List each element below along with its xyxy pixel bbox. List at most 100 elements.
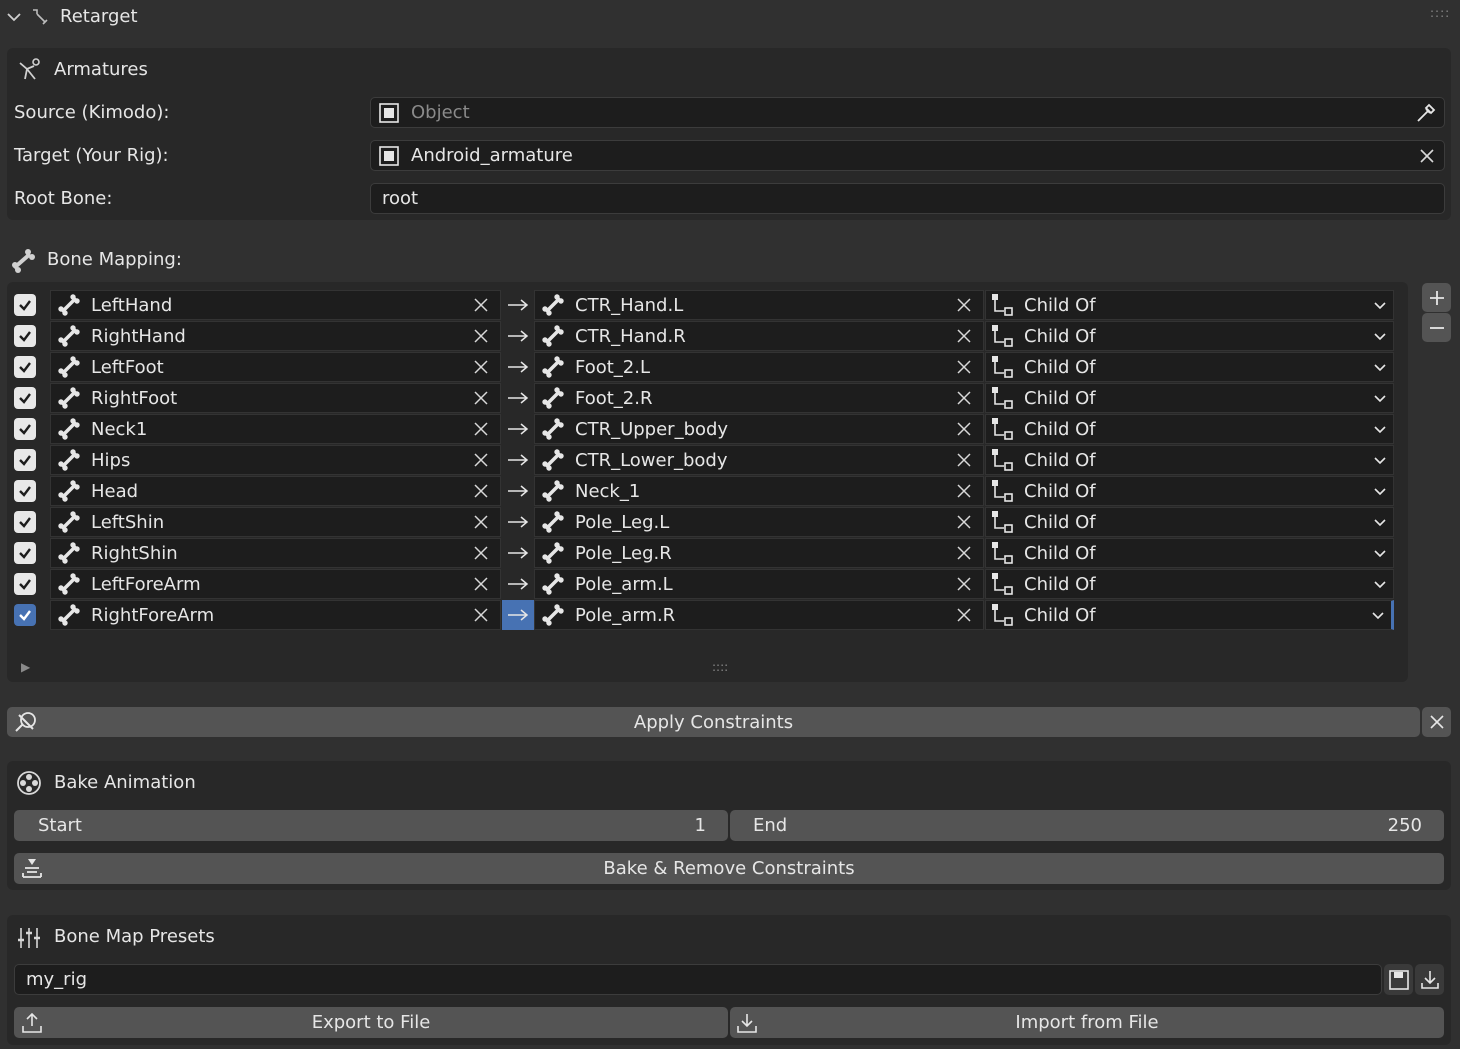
mapping-enabled-checkbox[interactable] [14, 356, 36, 378]
target-bone-field[interactable]: Pole_arm.R [534, 600, 984, 630]
target-bone-field[interactable]: Pole_Leg.L [534, 507, 984, 537]
expand-triangle-icon[interactable]: ▶ [21, 660, 30, 674]
save-preset-button[interactable] [1384, 964, 1413, 995]
clear-icon[interactable] [953, 480, 975, 502]
panel-header[interactable]: Retarget :::: [0, 0, 1460, 34]
clear-icon[interactable] [953, 573, 975, 595]
target-bone-field[interactable]: Neck_1 [534, 476, 984, 506]
list-resize-handle[interactable]: :::: [712, 660, 728, 674]
source-bone-field[interactable]: LeftShin [50, 507, 501, 537]
target-bone-field[interactable]: Pole_Leg.R [534, 538, 984, 568]
clear-icon[interactable] [953, 294, 975, 316]
source-bone-field[interactable]: RightFoot [50, 383, 501, 413]
arrow-right-icon [502, 476, 534, 506]
mapping-row[interactable]: RightForeArm Pole_arm.R Child Of [14, 600, 1398, 630]
source-bone-field[interactable]: LeftForeArm [50, 569, 501, 599]
export-to-file-button[interactable]: Export to File [14, 1007, 728, 1038]
clear-icon[interactable] [470, 480, 492, 502]
mapping-row[interactable]: RightHand CTR_Hand.R Child Of [14, 321, 1398, 351]
target-bone-field[interactable]: Pole_arm.L [534, 569, 984, 599]
source-bone-field[interactable]: RightForeArm [50, 600, 501, 630]
mapping-row[interactable]: RightFoot Foot_2.R Child Of [14, 383, 1398, 413]
remove-mapping-button[interactable] [1422, 313, 1451, 342]
mapping-enabled-checkbox[interactable] [14, 604, 36, 626]
constraint-type-dropdown[interactable]: Child Of [985, 445, 1394, 475]
clear-icon[interactable] [470, 356, 492, 378]
clear-icon[interactable] [470, 294, 492, 316]
target-bone-field[interactable]: Foot_2.L [534, 352, 984, 382]
clear-icon[interactable] [953, 449, 975, 471]
mapping-row[interactable]: LeftFoot Foot_2.L Child Of [14, 352, 1398, 382]
clear-icon[interactable] [470, 387, 492, 409]
import-from-file-button[interactable]: Import from File [730, 1007, 1444, 1038]
constraint-type-dropdown[interactable]: Child Of [985, 476, 1394, 506]
preset-name-field[interactable]: my_rig [14, 964, 1382, 995]
chevron-down-icon[interactable] [6, 9, 22, 25]
root-bone-field[interactable]: root [370, 183, 1445, 214]
end-frame-field[interactable]: End 250 [730, 810, 1444, 841]
constraint-type-dropdown[interactable]: Child Of [985, 290, 1394, 320]
source-bone-field[interactable]: Head [50, 476, 501, 506]
add-mapping-button[interactable] [1422, 283, 1451, 312]
mapping-enabled-checkbox[interactable] [14, 387, 36, 409]
mapping-enabled-checkbox[interactable] [14, 449, 36, 471]
source-bone-field[interactable]: Neck1 [50, 414, 501, 444]
source-object-field[interactable]: Object [370, 97, 1445, 128]
mapping-enabled-checkbox[interactable] [14, 542, 36, 564]
mapping-enabled-checkbox[interactable] [14, 294, 36, 316]
clear-icon[interactable] [470, 449, 492, 471]
constraint-type-dropdown[interactable]: Child Of [985, 538, 1394, 568]
drag-handle-icon[interactable]: :::: [1430, 6, 1450, 20]
source-bone-field[interactable]: RightHand [50, 321, 501, 351]
clear-icon[interactable] [470, 542, 492, 564]
constraint-type-dropdown[interactable]: Child Of [985, 414, 1394, 444]
target-bone-field[interactable]: CTR_Hand.L [534, 290, 984, 320]
target-bone-field[interactable]: CTR_Lower_body [534, 445, 984, 475]
clear-icon[interactable] [953, 325, 975, 347]
clear-icon[interactable] [470, 573, 492, 595]
apply-clear-button[interactable] [1422, 707, 1451, 737]
target-object-field[interactable]: Android_armature [370, 140, 1445, 171]
clear-icon[interactable] [953, 387, 975, 409]
source-bone-field[interactable]: Hips [50, 445, 501, 475]
clear-icon[interactable] [1418, 147, 1436, 165]
mapping-row[interactable]: Head Neck_1 Child Of [14, 476, 1398, 506]
constraint-type-dropdown[interactable]: Child Of [985, 383, 1394, 413]
clear-icon[interactable] [953, 542, 975, 564]
constraint-type-dropdown[interactable]: Child Of [985, 507, 1394, 537]
clear-icon[interactable] [953, 511, 975, 533]
target-bone-field[interactable]: CTR_Hand.R [534, 321, 984, 351]
mapping-row[interactable]: RightShin Pole_Leg.R Child Of [14, 538, 1398, 568]
mapping-enabled-checkbox[interactable] [14, 480, 36, 502]
clear-icon[interactable] [953, 604, 975, 626]
mapping-row[interactable]: Neck1 CTR_Upper_body Child Of [14, 414, 1398, 444]
apply-constraints-button[interactable]: Apply Constraints [7, 707, 1420, 737]
eyedropper-icon[interactable] [1414, 101, 1438, 125]
mapping-row[interactable]: LeftForeArm Pole_arm.L Child Of [14, 569, 1398, 599]
mapping-row[interactable]: Hips CTR_Lower_body Child Of [14, 445, 1398, 475]
target-bone-field[interactable]: Foot_2.R [534, 383, 984, 413]
source-bone-field[interactable]: LeftFoot [50, 352, 501, 382]
clear-icon[interactable] [470, 604, 492, 626]
bake-remove-button[interactable]: Bake & Remove Constraints [14, 853, 1444, 884]
clear-icon[interactable] [470, 511, 492, 533]
mapping-row[interactable]: LeftHand CTR_Hand.L Child Of [14, 290, 1398, 320]
mapping-enabled-checkbox[interactable] [14, 573, 36, 595]
constraint-type-dropdown[interactable]: Child Of [985, 321, 1394, 351]
target-bone-field[interactable]: CTR_Upper_body [534, 414, 984, 444]
constraint-type-dropdown[interactable]: Child Of [985, 569, 1394, 599]
load-preset-button[interactable] [1415, 964, 1444, 995]
mapping-enabled-checkbox[interactable] [14, 511, 36, 533]
start-frame-field[interactable]: Start 1 [14, 810, 728, 841]
source-bone-field[interactable]: RightShin [50, 538, 501, 568]
clear-icon[interactable] [953, 418, 975, 440]
clear-icon[interactable] [470, 325, 492, 347]
constraint-type-dropdown[interactable]: Child Of [985, 352, 1394, 382]
mapping-enabled-checkbox[interactable] [14, 325, 36, 347]
clear-icon[interactable] [953, 356, 975, 378]
clear-icon[interactable] [470, 418, 492, 440]
mapping-row[interactable]: LeftShin Pole_Leg.L Child Of [14, 507, 1398, 537]
constraint-type-dropdown[interactable]: Child Of [985, 600, 1394, 630]
mapping-enabled-checkbox[interactable] [14, 418, 36, 440]
source-bone-field[interactable]: LeftHand [50, 290, 501, 320]
